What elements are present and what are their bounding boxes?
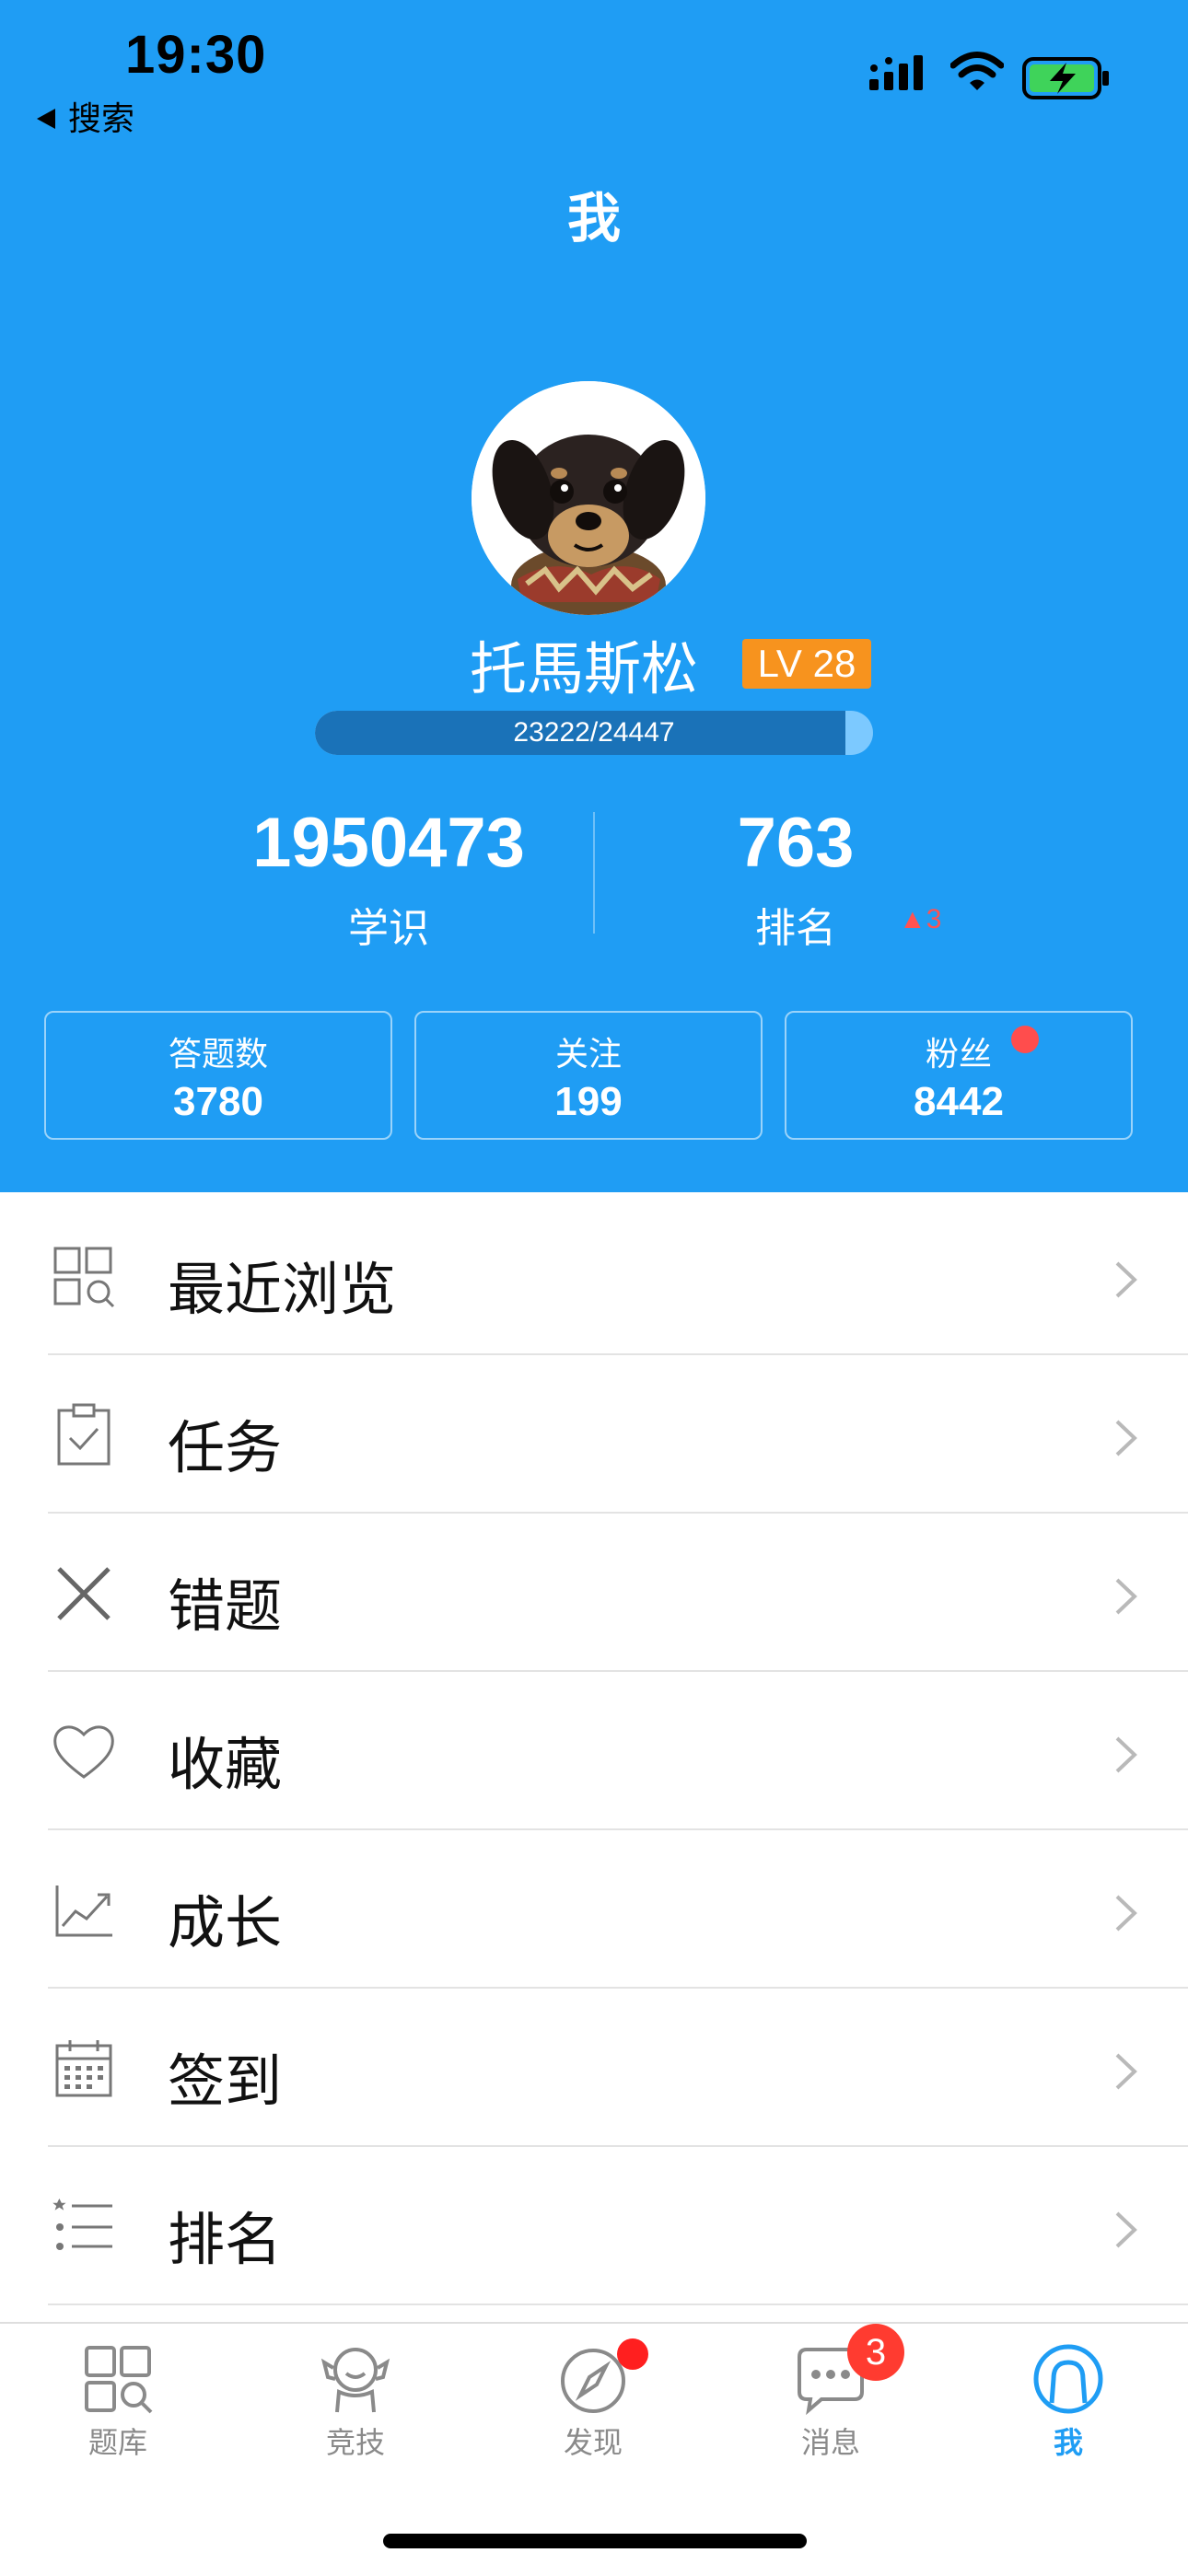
menu-label-tasks: 任务 — [168, 1414, 283, 1481]
tab-discover[interactable]: 发现 — [519, 2338, 667, 2462]
menu-label-checkin: 签到 — [168, 2048, 283, 2115]
menu-item-recent[interactable]: 最近浏览 — [0, 1197, 1188, 1355]
clipboard-check-icon — [57, 1403, 111, 1466]
followers-label: 粉丝 — [925, 1036, 992, 1073]
back-to-search-link[interactable]: 搜索 — [37, 92, 134, 140]
battery-charging-icon — [1022, 57, 1109, 99]
chevron-right-icon — [1115, 2211, 1137, 2248]
cross-icon — [57, 1567, 111, 1620]
chevron-right-icon — [1115, 1578, 1137, 1615]
answered-count-box[interactable]: 答题数 3780 — [44, 1011, 392, 1140]
ranking-list-icon — [52, 2199, 112, 2250]
followers-value: 8442 — [914, 1079, 1004, 1124]
menu-item-growth[interactable]: 成长 — [0, 1830, 1188, 1989]
signal-icon — [869, 55, 923, 90]
followers-new-dot — [1011, 1026, 1039, 1053]
knowledge-stat[interactable]: 1950473 学识 — [204, 805, 573, 954]
xp-progress-text: 23222/24447 — [513, 717, 675, 748]
tab-label: 竞技 — [325, 2425, 385, 2460]
divider — [48, 2303, 1188, 2305]
discover-new-dot — [617, 2338, 648, 2370]
menu-item-checkin[interactable]: 签到 — [0, 1989, 1188, 2147]
dog-avatar-image — [472, 381, 705, 615]
answered-label: 答题数 — [168, 1036, 268, 1073]
menu-label-mistakes: 错题 — [168, 1572, 283, 1640]
rank-value: 763 — [737, 804, 855, 882]
knowledge-value: 1950473 — [252, 804, 525, 882]
menu-item-tasks[interactable]: 任务 — [0, 1355, 1188, 1514]
menu-item-ranking[interactable]: 排名 — [0, 2147, 1188, 2305]
tab-label: 我 — [1053, 2425, 1083, 2460]
back-label: 搜索 — [68, 100, 135, 138]
messages-badge: 3 — [847, 2324, 904, 2381]
tab-label: 发现 — [563, 2425, 623, 2460]
wifi-icon — [950, 52, 1004, 90]
menu-item-favorites[interactable]: 收藏 — [0, 1672, 1188, 1830]
question-bank-icon — [85, 2346, 153, 2414]
menu-label-ranking: 排名 — [168, 2206, 283, 2273]
recent-browse-icon — [53, 1247, 115, 1308]
profile-header: 19:30 搜索 我 托馬斯松 LV 28 23222/24447 195047… — [0, 0, 1188, 1192]
rank-change: ▲3 — [899, 904, 942, 934]
answered-value: 3780 — [173, 1079, 263, 1124]
heart-icon — [53, 1725, 114, 1779]
tab-messages[interactable]: 3 消息 — [757, 2324, 904, 2462]
calendar-icon — [55, 2040, 112, 2097]
chevron-right-icon — [1115, 1420, 1137, 1456]
me-icon — [1033, 2344, 1103, 2414]
back-triangle-icon — [37, 109, 55, 129]
tab-compete[interactable]: 竞技 — [282, 2342, 429, 2462]
tab-label: 消息 — [800, 2425, 860, 2460]
tab-me[interactable]: 我 — [995, 2342, 1142, 2462]
home-indicator — [383, 2534, 807, 2548]
chevron-right-icon — [1115, 1895, 1137, 1932]
xp-progress-bar: 23222/24447 — [315, 711, 873, 755]
growth-chart-icon — [55, 1886, 112, 1937]
followers-box[interactable]: 粉丝 8442 — [785, 1011, 1133, 1140]
following-box[interactable]: 关注 199 — [414, 1011, 763, 1140]
menu-label-recent: 最近浏览 — [168, 1256, 397, 1323]
tab-label: 题库 — [87, 2425, 147, 2460]
status-time: 19:30 — [125, 25, 267, 85]
page-title: 我 — [566, 187, 621, 249]
menu-list: 最近浏览 任务 错题 收藏 成长 签到 排名 — [0, 1197, 1188, 2305]
chevron-right-icon — [1115, 1261, 1137, 1298]
level-badge: LV 28 — [742, 639, 871, 689]
compete-icon — [320, 2348, 390, 2413]
menu-label-favorites: 收藏 — [168, 1731, 283, 1798]
tab-question-bank[interactable]: 题库 — [44, 2342, 192, 2462]
knowledge-label: 学识 — [348, 905, 429, 952]
username: 托馬斯松 — [470, 635, 699, 702]
chevron-right-icon — [1115, 1736, 1137, 1773]
avatar[interactable] — [472, 381, 705, 615]
stats-divider — [593, 812, 595, 934]
chevron-right-icon — [1115, 2053, 1137, 2090]
menu-label-growth: 成长 — [168, 1889, 283, 1956]
following-label: 关注 — [554, 1036, 622, 1073]
menu-item-mistakes[interactable]: 错题 — [0, 1514, 1188, 1672]
following-value: 199 — [554, 1079, 623, 1124]
